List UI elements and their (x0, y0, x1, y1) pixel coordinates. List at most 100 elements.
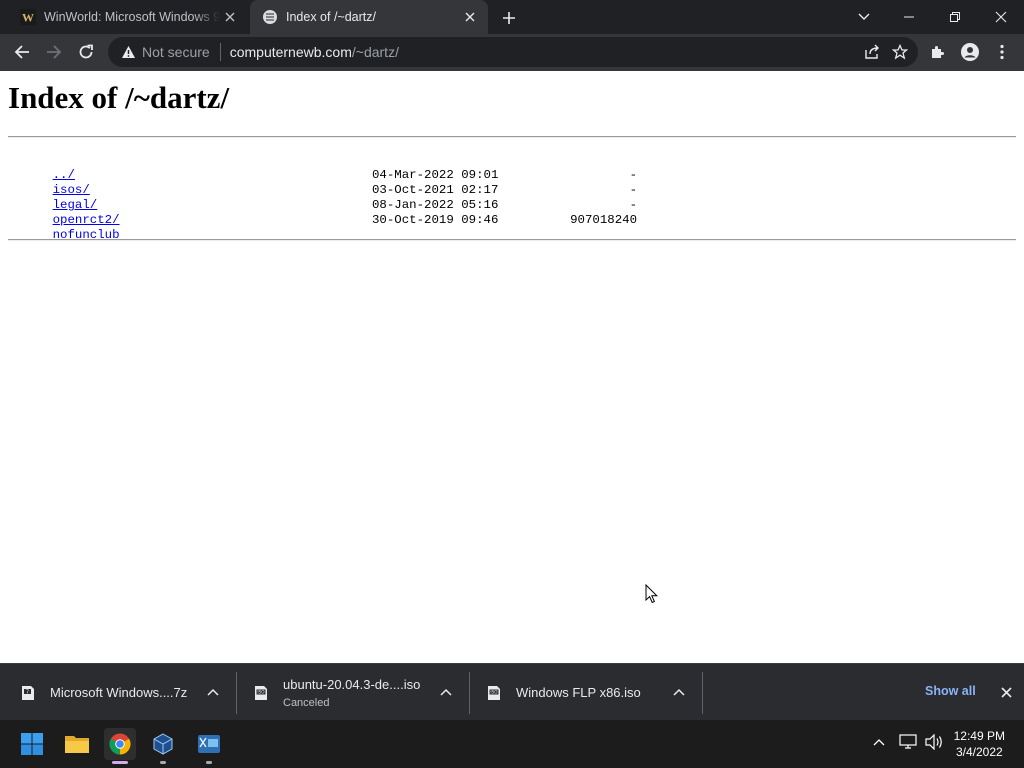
windows-start-icon (21, 733, 43, 755)
file-size: 907018240 (570, 213, 637, 227)
menu-button[interactable] (988, 38, 1016, 66)
puzzle-icon (932, 46, 944, 58)
extensions-button[interactable] (924, 38, 952, 66)
reload-icon (79, 44, 93, 59)
close-window-button[interactable] (978, 0, 1024, 34)
clock-date: 3/4/2022 (955, 745, 1003, 759)
virtualbox-button[interactable] (147, 728, 179, 764)
file-explorer-button[interactable] (61, 728, 93, 760)
active-indicator (112, 761, 128, 764)
share-icon[interactable] (860, 40, 884, 64)
divider (8, 136, 1016, 138)
vista-app-icon (198, 735, 220, 753)
tab-index-dartz[interactable]: Index of /~dartz/ (250, 0, 488, 34)
back-arrow-icon (14, 45, 29, 59)
kebab-menu-icon (1000, 44, 1004, 60)
svg-text:ISO: ISO (490, 689, 498, 694)
system-tray (871, 734, 943, 750)
download-item[interactable]: ISO Windows FLP x86.iso (486, 664, 703, 721)
server-icon (262, 9, 278, 25)
show-hidden-icons-chevron-icon[interactable] (871, 738, 887, 746)
security-label[interactable]: Not secure (142, 44, 210, 60)
minimize-icon (904, 16, 914, 18)
file-size: - (629, 168, 637, 182)
tab-strip: W WinWorld: Microsoft Windows 9 Index of… (0, 0, 1024, 34)
close-tab-icon[interactable] (220, 7, 240, 27)
back-button[interactable] (8, 38, 36, 66)
network-icon[interactable] (899, 734, 917, 750)
close-icon (995, 11, 1007, 23)
profile-button[interactable] (956, 38, 984, 66)
iso-file-icon: ISO (486, 685, 502, 701)
file-size: - (629, 198, 637, 212)
system-clock[interactable]: 12:49 PM 3/4/2022 (954, 728, 1005, 760)
modified-date: 04-Mar-2022 09:01 (372, 168, 499, 182)
mouse-pointer-icon (645, 583, 659, 609)
download-filename: Windows FLP x86.iso (516, 685, 641, 700)
start-button[interactable] (16, 728, 48, 760)
svg-text:W: W (22, 11, 34, 25)
list-item: legal/ 03-Oct-2021 02:17 - (8, 183, 637, 212)
open-indicator (206, 761, 212, 764)
directory-listing: ../ isos/ 04-Mar-2022 09:01 - legal/ 03-… (8, 153, 637, 242)
restore-icon (950, 12, 960, 22)
download-item[interactable]: 7 Microsoft Windows....7z (20, 664, 237, 721)
chevron-up-icon[interactable] (438, 684, 454, 700)
archive-file-icon: 7 (20, 685, 36, 701)
divider (702, 672, 703, 714)
divider (236, 672, 237, 714)
reload-button[interactable] (72, 38, 100, 66)
chrome-icon (109, 733, 131, 755)
warning-triangle-icon[interactable] (120, 44, 136, 60)
list-item: openrct2/ 08-Jan-2022 05:16 - (8, 198, 637, 227)
virtualbox-icon (153, 733, 173, 755)
tab-title: WinWorld: Microsoft Windows 9 (44, 10, 220, 24)
tab-winworld[interactable]: W WinWorld: Microsoft Windows 9 (8, 0, 248, 34)
tab-search-button[interactable] (852, 5, 876, 29)
file-size: - (629, 183, 637, 197)
list-item: isos/ 04-Mar-2022 09:01 - (8, 168, 637, 197)
download-filename: Microsoft Windows....7z (50, 685, 188, 700)
list-item: ../ (8, 153, 120, 182)
chevron-up-icon[interactable] (205, 684, 221, 700)
volume-icon[interactable] (925, 734, 943, 750)
browser-toolbar: Not secure computernewb.com/~dartz/ (0, 34, 1024, 71)
list-item: nofunclub 30-Oct-2019 09:46 907018240 (8, 213, 637, 242)
minimize-button[interactable] (886, 0, 932, 34)
winworld-icon: W (20, 9, 36, 25)
plus-icon (503, 12, 515, 24)
url-text[interactable]: computernewb.com/~dartz/ (230, 44, 399, 60)
clock-time: 12:49 PM (953, 729, 1005, 743)
file-explorer-icon (65, 736, 89, 753)
open-indicator (160, 761, 166, 764)
download-status: Canceled (283, 696, 330, 709)
show-all-downloads-link[interactable]: Show all (925, 684, 976, 698)
divider (219, 43, 221, 61)
svg-text:7: 7 (26, 689, 29, 695)
close-download-shelf-icon[interactable] (997, 683, 1015, 701)
forward-arrow-icon (47, 45, 62, 59)
close-tab-icon[interactable] (460, 7, 480, 27)
svg-text:ISO: ISO (257, 689, 265, 694)
modified-date: 03-Oct-2021 02:17 (372, 183, 499, 197)
vista-app-button[interactable] (193, 728, 225, 764)
modified-date: 30-Oct-2019 09:46 (372, 213, 499, 227)
restore-button[interactable] (932, 0, 978, 34)
new-tab-button[interactable] (498, 7, 520, 29)
download-item[interactable]: ISO ubuntu-20.04.3-de....iso Canceled (253, 664, 470, 721)
windows-taskbar: 12:49 PM 3/4/2022 (0, 720, 1024, 768)
url-path: /~dartz/ (351, 44, 399, 60)
url-host: computernewb.com (229, 44, 352, 60)
chrome-button[interactable] (104, 728, 136, 764)
bookmark-star-icon[interactable] (888, 40, 912, 64)
iso-file-icon: ISO (253, 685, 269, 701)
divider (469, 672, 470, 714)
download-shelf: 7 Microsoft Windows....7z ISO ubuntu-20.… (0, 663, 1024, 720)
chevron-down-icon (858, 13, 870, 20)
tab-title: Index of /~dartz/ (286, 10, 376, 24)
address-bar[interactable]: Not secure computernewb.com/~dartz/ (108, 37, 918, 67)
avatar-icon (961, 43, 979, 61)
forward-button[interactable] (40, 38, 68, 66)
chevron-up-icon[interactable] (671, 684, 687, 700)
window-controls (886, 0, 1024, 34)
